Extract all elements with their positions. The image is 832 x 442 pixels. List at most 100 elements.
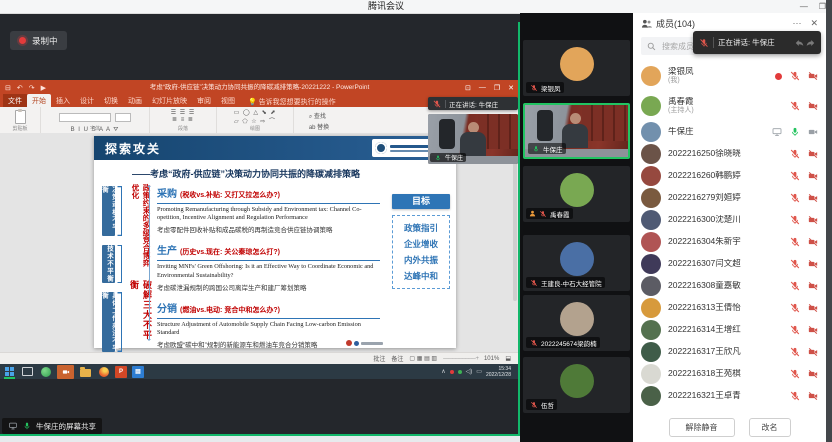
- mic-icon[interactable]: [790, 215, 800, 225]
- raise-hand-arrow-icon[interactable]: [795, 39, 804, 47]
- panel-close-button[interactable]: ✕: [810, 18, 818, 29]
- unmute-all-button[interactable]: 解除静音: [669, 418, 735, 437]
- undo-icon[interactable]: ↶: [17, 84, 23, 92]
- camera-icon[interactable]: [808, 391, 818, 401]
- camera-icon[interactable]: [808, 71, 818, 81]
- zoom-level[interactable]: 101%: [484, 356, 499, 362]
- comments-button[interactable]: 批注: [373, 354, 385, 363]
- rename-button[interactable]: 改名: [749, 418, 791, 437]
- camera-icon[interactable]: [808, 149, 818, 159]
- font-name-box[interactable]: [59, 113, 111, 122]
- ribbon-tab[interactable]: 视图: [216, 94, 240, 107]
- member-row[interactable]: 2022216314王增红: [633, 319, 826, 341]
- mic-icon[interactable]: [790, 237, 800, 247]
- mic-icon[interactable]: [790, 193, 800, 203]
- firefox-icon[interactable]: [97, 365, 110, 378]
- zoom-slider[interactable]: — ──────── +: [443, 356, 478, 362]
- member-row[interactable]: 2022216313王倩怡: [633, 297, 826, 319]
- member-row[interactable]: 2022216317王欣凡: [633, 341, 826, 363]
- ribbon-tab[interactable]: 审阅: [192, 94, 216, 107]
- video-thumbnail[interactable]: 2022245674梁韵楠: [523, 295, 630, 351]
- video-thumbnail[interactable]: 牛保庄: [523, 103, 630, 159]
- view-buttons[interactable]: ▢ ▦ ▤ ▥: [409, 355, 437, 362]
- member-row[interactable]: 2022216279刘姮婷: [633, 187, 826, 209]
- ribbon-tab[interactable]: 开始: [27, 94, 51, 107]
- ppt-restore-button[interactable]: ❐: [494, 84, 500, 92]
- ribbon-tab[interactable]: 动画: [123, 94, 147, 107]
- member-row[interactable]: 2022216321王卓青: [633, 385, 826, 407]
- ppt-minimize-button[interactable]: —: [479, 84, 486, 91]
- save-icon[interactable]: ⊟: [5, 84, 11, 92]
- notes-button[interactable]: 备注: [391, 354, 403, 363]
- mic-icon[interactable]: [790, 391, 800, 401]
- video-thumbnail[interactable]: 梁银凤: [523, 40, 630, 96]
- ribbon-tab[interactable]: 切换: [99, 94, 123, 107]
- camera-icon[interactable]: [808, 127, 818, 137]
- mic-icon[interactable]: [790, 171, 800, 181]
- tab-file[interactable]: 文件: [3, 94, 27, 107]
- drawing-group[interactable]: ▭ ◯ △ ⬊ ⬈ ▱ ⬠ ☆ ⇨ ⌒ 绘图: [217, 107, 294, 133]
- mic-icon[interactable]: [790, 303, 800, 313]
- network-icon[interactable]: ▭: [476, 368, 482, 375]
- camera-icon[interactable]: [808, 193, 818, 203]
- ribbon-tab[interactable]: 设计: [75, 94, 99, 107]
- slide[interactable]: 探索攻关 ——考虑“政府-供应链”决策动力协同共振的降碳减排策略 决策动机不平衡: [94, 136, 456, 348]
- tray-red-icon[interactable]: [450, 370, 454, 374]
- mic-icon[interactable]: [790, 325, 800, 335]
- video-thumbnail[interactable]: 禹春霞: [523, 166, 630, 222]
- meeting-app-icon-active[interactable]: [57, 365, 74, 379]
- camera-icon[interactable]: [808, 325, 818, 335]
- mic-icon[interactable]: [790, 281, 800, 291]
- tray-expand-icon[interactable]: ∧: [441, 368, 445, 375]
- ppt-close-button[interactable]: ✕: [508, 84, 514, 92]
- mic-icon[interactable]: [790, 259, 800, 269]
- mic-icon[interactable]: [790, 347, 800, 357]
- mic-icon[interactable]: [790, 101, 800, 111]
- file-explorer-icon[interactable]: [79, 365, 92, 378]
- ribbon-options-icon[interactable]: ⊡: [465, 84, 471, 92]
- camera-icon[interactable]: [808, 347, 818, 357]
- slideshow-icon[interactable]: ▶: [41, 84, 46, 92]
- clipboard-group[interactable]: 剪贴板: [0, 107, 41, 133]
- volume-icon[interactable]: ◁): [466, 368, 473, 375]
- quick-access-toolbar[interactable]: ⊟ ↶ ↷ ▶: [5, 80, 46, 95]
- camera-icon[interactable]: [808, 281, 818, 291]
- browser-icon[interactable]: [39, 365, 52, 378]
- member-row[interactable]: 2022216304朱新宇: [633, 231, 826, 253]
- camera-icon[interactable]: [808, 237, 818, 247]
- paste-icon[interactable]: [15, 110, 26, 124]
- member-row[interactable]: 2022216300沈楚川: [633, 209, 826, 231]
- start-button[interactable]: [3, 365, 16, 378]
- font-group[interactable]: B I U S A A ⛛ 字体: [41, 107, 150, 133]
- camera-icon[interactable]: [808, 259, 818, 269]
- member-row[interactable]: 2022216260韩鹏婷: [633, 165, 826, 187]
- member-row[interactable]: 2022216308童嘉敏: [633, 275, 826, 297]
- mic-icon[interactable]: [790, 369, 800, 379]
- member-row[interactable]: 梁银凤 (我): [633, 61, 826, 91]
- editing-group[interactable]: ⌕ 查找 ab 替换 ▷ 选择: [294, 107, 344, 133]
- member-row[interactable]: 2022216318王苑棋: [633, 363, 826, 385]
- member-row[interactable]: 牛保庄: [633, 121, 826, 143]
- member-row[interactable]: 2022216307闫文超: [633, 253, 826, 275]
- mic-icon[interactable]: [790, 149, 800, 159]
- member-row[interactable]: 2022216250徐晓晓: [633, 143, 826, 165]
- replace-button[interactable]: ab 替换: [309, 122, 329, 131]
- redo-icon[interactable]: ↷: [29, 84, 35, 92]
- video-thumbnail[interactable]: 伍哲: [523, 357, 630, 413]
- panel-more-button[interactable]: ···: [792, 18, 801, 28]
- font-size-box[interactable]: [115, 113, 131, 122]
- maximize-button[interactable]: ❐: [819, 2, 826, 11]
- minimize-button[interactable]: —: [800, 2, 808, 11]
- ribbon-tab[interactable]: 幻灯片放映: [147, 94, 192, 107]
- speaker-video[interactable]: 牛保庄: [428, 114, 518, 164]
- camera-icon[interactable]: [808, 303, 818, 313]
- video-thumbnail[interactable]: 王建良-中石大经管院: [523, 235, 630, 291]
- ribbon-tab[interactable]: 插入: [51, 94, 75, 107]
- app-icon-blue[interactable]: ▤: [132, 366, 144, 378]
- tray-green-icon[interactable]: [458, 370, 462, 374]
- camera-icon[interactable]: [808, 215, 818, 225]
- paragraph-group[interactable]: ☰ ☰ ☰ ≣ ≡ ≣ 段落: [150, 107, 217, 133]
- mic-icon[interactable]: [790, 71, 800, 81]
- camera-icon[interactable]: [808, 101, 818, 111]
- tell-me-box[interactable]: 💡 告诉我您想要执行的操作: [248, 97, 336, 107]
